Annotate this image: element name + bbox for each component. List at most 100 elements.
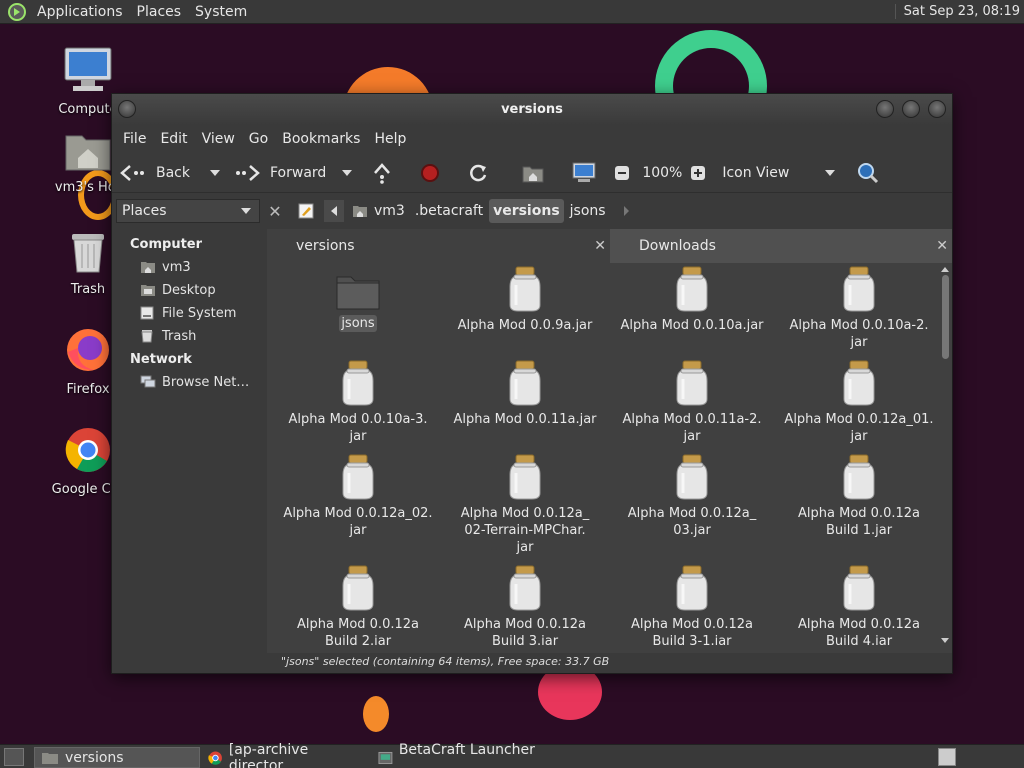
file-item[interactable]: Alpha Mod 0.0.10a-3. jar: [278, 359, 438, 445]
taskbar-item-chrome[interactable]: [ap-archive director…: [202, 742, 370, 768]
file-item[interactable]: Alpha Mod 0.0.12a_01. jar: [779, 359, 937, 445]
menu-help[interactable]: Help: [367, 131, 413, 147]
minimize-button[interactable]: [876, 100, 894, 118]
menu-go[interactable]: Go: [242, 131, 275, 147]
scrollbar-thumb[interactable]: [942, 275, 949, 359]
desktop-icon: [141, 285, 155, 296]
jar-file-icon: [676, 565, 708, 611]
file-grid: jsons Alpha Mod 0.0.9a.jar Alpha Mod 0.0.1…: [267, 265, 937, 645]
applications-menu[interactable]: Applications: [30, 4, 130, 20]
forward-button[interactable]: Forward: [234, 163, 353, 183]
jar-file-icon: [509, 565, 541, 611]
chevron-down-icon: [241, 208, 251, 214]
search-button[interactable]: [857, 162, 885, 184]
stop-button[interactable]: [420, 163, 446, 183]
home-icon: [141, 262, 155, 273]
breadcrumb-betacraft[interactable]: .betacraft: [411, 199, 487, 223]
file-item[interactable]: Alpha Mod 0.0.10a.jar: [612, 265, 772, 334]
network-icon: [140, 375, 156, 388]
file-item[interactable]: Alpha Mod 0.0.9a.jar: [445, 265, 605, 334]
places-menu[interactable]: Places: [130, 4, 189, 20]
file-label: Alpha Mod 0.0.10a.jar: [620, 318, 764, 333]
close-button[interactable]: [928, 100, 946, 118]
menu-file[interactable]: File: [116, 131, 153, 147]
clock[interactable]: Sat Sep 23, 08:19: [894, 4, 1020, 19]
chrome-icon: [65, 428, 110, 472]
tab-versions[interactable]: versions ✕: [267, 229, 610, 263]
reload-button[interactable]: [468, 163, 494, 183]
sidebar-item-desktop[interactable]: Desktop: [112, 279, 262, 302]
file-label: Alpha Mod 0.0.11a.jar: [453, 412, 597, 427]
menu-view[interactable]: View: [195, 131, 242, 147]
file-item[interactable]: Alpha Mod 0.0.12a Build 1.jar: [779, 453, 937, 539]
window-menu-button[interactable]: [118, 100, 136, 118]
menu-edit[interactable]: Edit: [153, 131, 194, 147]
jar-file-icon: [676, 266, 708, 312]
file-item[interactable]: Alpha Mod 0.0.11a-2. jar: [612, 359, 772, 445]
file-item[interactable]: Alpha Mod 0.0.12a Build 3-1.jar: [612, 564, 772, 645]
trash-icon: [141, 330, 153, 343]
file-item[interactable]: Alpha Mod 0.0.12a_02. jar: [278, 453, 438, 539]
file-item[interactable]: Alpha Mod 0.0.10a-2. jar: [779, 265, 937, 351]
scroll-down-arrow-icon[interactable]: [941, 638, 949, 643]
sidebar-item-browse-network[interactable]: Browse Net…: [112, 371, 262, 394]
zoom-in-button[interactable]: [690, 165, 712, 181]
breadcrumb-scroll-right[interactable]: [623, 206, 629, 216]
forward-label: Forward: [270, 164, 327, 181]
up-button[interactable]: [372, 162, 398, 184]
back-button[interactable]: Back: [120, 163, 220, 183]
file-label: Alpha Mod 0.0.12a_ 03.jar: [627, 506, 757, 538]
distro-logo-icon[interactable]: [6, 1, 28, 23]
show-desktop-button[interactable]: [4, 748, 24, 766]
file-item[interactable]: Alpha Mod 0.0.12a_ 03.jar: [612, 453, 772, 539]
back-history-dropdown[interactable]: [210, 169, 220, 176]
breadcrumb-versions[interactable]: versions: [489, 199, 564, 223]
scroll-up-arrow-icon[interactable]: [941, 267, 949, 272]
menu-bookmarks[interactable]: Bookmarks: [275, 131, 367, 147]
file-item[interactable]: Alpha Mod 0.0.12a Build 3.jar: [445, 564, 605, 645]
close-tab-button[interactable]: ✕: [936, 238, 948, 254]
taskbar-item-betacraft[interactable]: BetaCraft Launcher …: [372, 742, 542, 768]
bottom-panel: versions [ap-archive director… BetaCraft…: [0, 742, 1024, 768]
file-label: Alpha Mod 0.0.12a Build 4.jar: [798, 617, 920, 645]
zoom-out-button[interactable]: [614, 165, 636, 181]
tab-downloads[interactable]: Downloads ✕: [610, 229, 952, 263]
file-label: jsons: [339, 315, 377, 332]
wallpaper-shape: [363, 696, 389, 732]
file-label: Alpha Mod 0.0.10a-3. jar: [288, 412, 428, 444]
breadcrumb-jsons[interactable]: jsons: [566, 199, 610, 223]
breadcrumb-vm3[interactable]: vm3: [348, 199, 409, 223]
jar-file-icon: [509, 266, 541, 312]
file-label: Alpha Mod 0.0.9a.jar: [457, 318, 593, 333]
file-label: Alpha Mod 0.0.12a_01. jar: [784, 412, 934, 444]
maximize-button[interactable]: [902, 100, 920, 118]
computer-icon: [64, 47, 112, 91]
view-mode-select[interactable]: Icon View: [722, 165, 836, 181]
system-menu[interactable]: System: [188, 4, 254, 20]
home-button[interactable]: [522, 163, 550, 183]
computer-icon: [572, 162, 596, 182]
computer-button[interactable]: [572, 162, 602, 184]
sidebar-item-file-system[interactable]: File System: [112, 302, 262, 325]
file-item[interactable]: Alpha Mod 0.0.12a Build 4.jar: [779, 564, 937, 645]
zoom-level[interactable]: 100%: [642, 165, 682, 181]
window-titlebar[interactable]: versions: [112, 94, 952, 125]
file-item[interactable]: Alpha Mod 0.0.11a.jar: [445, 359, 605, 428]
side-pane-select[interactable]: Places: [116, 199, 260, 223]
file-item[interactable]: Alpha Mod 0.0.12a_ 02-Terrain-MPChar. ja…: [445, 453, 605, 556]
breadcrumb-scroll-left[interactable]: [324, 200, 344, 222]
close-side-pane-button[interactable]: ✕: [264, 200, 286, 222]
folder-item[interactable]: jsons: [278, 271, 438, 332]
taskbar-item-versions[interactable]: versions: [34, 747, 200, 768]
sidebar-item-vm3[interactable]: vm3: [112, 256, 262, 279]
chrome-icon: [208, 751, 222, 765]
vertical-scrollbar[interactable]: [940, 267, 950, 643]
jar-file-icon: [843, 360, 875, 406]
workspace-switcher[interactable]: [938, 748, 956, 766]
sidebar-item-trash[interactable]: Trash: [112, 325, 262, 348]
close-tab-button[interactable]: ✕: [594, 238, 606, 254]
toggle-location-entry-button[interactable]: [294, 199, 318, 223]
forward-history-dropdown[interactable]: [342, 169, 353, 176]
home-folder-icon: [65, 135, 111, 171]
file-item[interactable]: Alpha Mod 0.0.12a Build 2.jar: [278, 564, 438, 645]
